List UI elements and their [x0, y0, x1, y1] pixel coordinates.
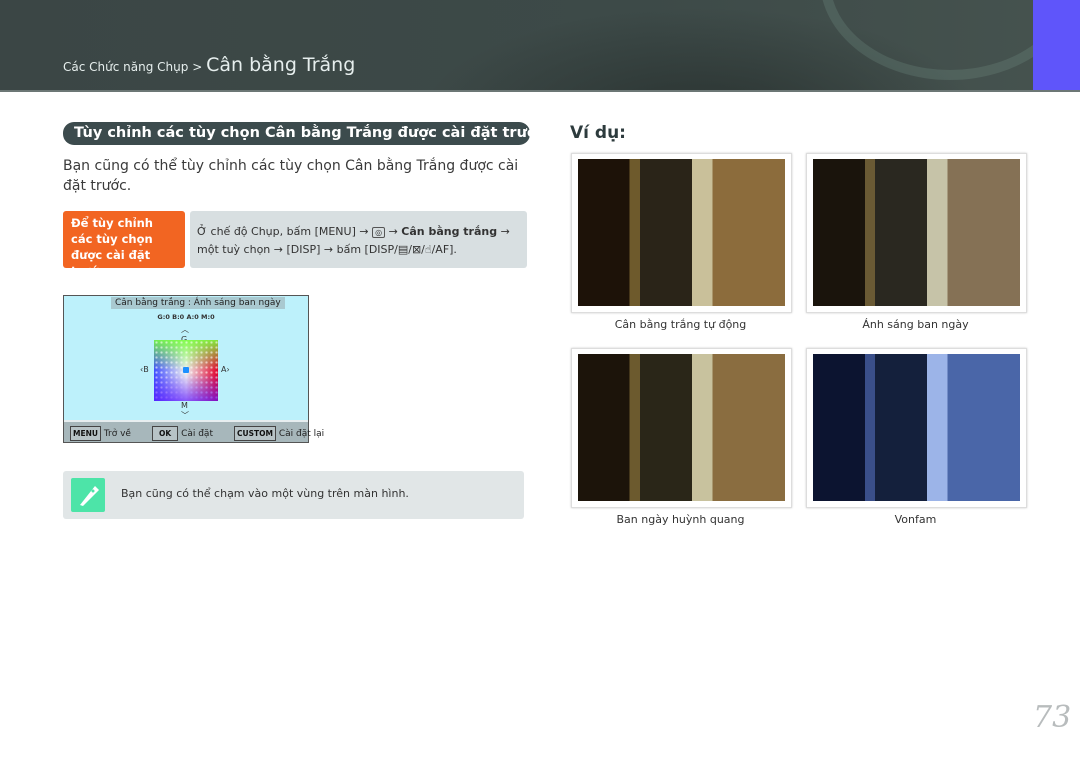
section-body: Bạn cũng có thể tùy chỉnh các tùy chọn C…	[63, 158, 519, 194]
axis-a-label: A	[221, 365, 227, 374]
back-label: Trở về	[103, 429, 131, 439]
step-arrow: →	[385, 225, 402, 238]
axis-m[interactable]: M ﹀	[181, 401, 189, 421]
ok-button[interactable]: OK Cài đặt	[152, 426, 213, 441]
step-text-line2: một tuỳ chọn → [DISP] → bấm [DISP/▤/⊠/☝/…	[197, 243, 457, 256]
note-box: Bạn cũng có thể chạm vào một vùng trên m…	[63, 471, 524, 519]
step-text: Ở chế độ Chụp, bấm [MENU] →	[197, 225, 373, 238]
caption-fluorescent: Ban ngày huỳnh quang	[616, 513, 745, 526]
camera-icon: ◎	[372, 227, 386, 238]
step-bold: Cân bằng trắng	[401, 225, 498, 238]
wb-cursor[interactable]	[183, 367, 189, 373]
reset-label: Cài đặt lại	[278, 429, 325, 439]
examples-heading: Ví dụ:	[570, 123, 626, 143]
example-photo-tungsten	[806, 348, 1027, 508]
wb-values: G:0 B:0 A:0 M:0	[157, 313, 215, 321]
step-instructions: Ở chế độ Chụp, bấm [MENU] → ◎ → Cân bằng…	[190, 211, 527, 268]
header-banner	[0, 0, 1080, 92]
caption-auto: Cân bằng trắng tự động	[614, 318, 747, 331]
axis-a[interactable]: A›	[221, 365, 230, 374]
section-heading: Tùy chỉnh các tùy chọn Cân bằng Trắng đư…	[63, 122, 545, 145]
example-photo-auto	[571, 153, 792, 313]
pen-note-icon	[71, 478, 105, 512]
screen-title: Cân bằng trắng : Ánh sáng ban ngày	[111, 297, 285, 309]
breadcrumb: Các Chức năng Chụp > Cân bằng Trắng	[63, 54, 355, 76]
caption-tungsten: Vonfam	[894, 513, 937, 526]
example-photo-fluorescent	[571, 348, 792, 508]
chapter-tab[interactable]	[1033, 0, 1080, 90]
ok-label: Cài đặt	[181, 429, 213, 439]
step-arrow: →	[497, 225, 510, 238]
axis-b[interactable]: ‹B	[140, 365, 149, 374]
note-text: Bạn cũng có thể chạm vào một vùng trên m…	[121, 487, 409, 500]
example-photo-daylight	[806, 153, 1027, 313]
breadcrumb-parent[interactable]: Các Chức năng Chụp	[63, 60, 188, 74]
axis-m-label: M	[181, 401, 188, 410]
page-number: 73	[1033, 700, 1072, 735]
page-title: Cân bằng Trắng	[206, 54, 356, 76]
caption-daylight: Ánh sáng ban ngày	[862, 318, 969, 331]
breadcrumb-separator: >	[192, 60, 203, 74]
ok-key: OK	[152, 426, 179, 441]
wb-color-grid[interactable]	[154, 340, 218, 401]
step-label: Để tùy chỉnh các tùy chọn được cài đặt t…	[63, 211, 185, 278]
screen-button-bar: MENU Trở về OK Cài đặt CUSTOM Cài đặt lạ…	[64, 420, 324, 442]
custom-key: CUSTOM	[234, 426, 276, 441]
axis-b-label: B	[143, 365, 149, 374]
back-button[interactable]: MENU Trở về	[70, 426, 131, 441]
camera-screen: Cân bằng trắng : Ánh sáng ban ngày G:0 B…	[63, 295, 324, 443]
menu-key: MENU	[70, 426, 101, 441]
reset-button[interactable]: CUSTOM Cài đặt lại	[234, 426, 324, 441]
